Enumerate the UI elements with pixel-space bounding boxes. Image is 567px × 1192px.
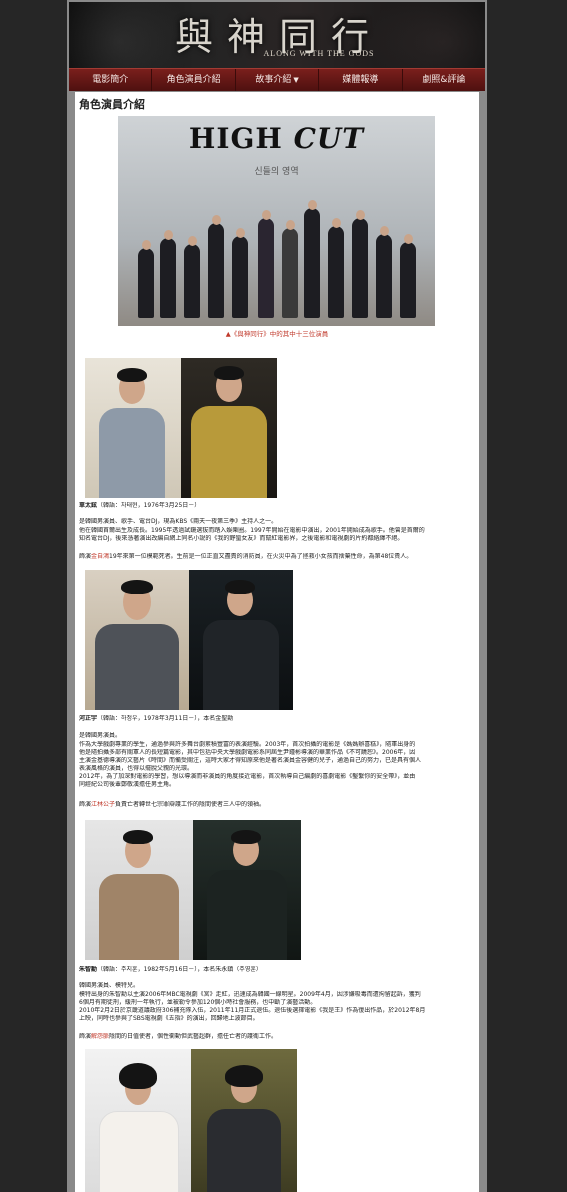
person-figure xyxy=(282,228,298,318)
role-name: 解怨脈 xyxy=(91,1033,110,1040)
actor-portrait xyxy=(85,1049,191,1192)
person-figure xyxy=(328,226,344,318)
caret-down-icon: ▼ xyxy=(293,76,299,84)
person-hair xyxy=(117,368,147,382)
actor-role-still xyxy=(193,820,301,960)
person-figure xyxy=(304,208,320,318)
person-head xyxy=(404,234,413,244)
nav-item-label: 角色演員介紹 xyxy=(166,75,221,85)
person-figure xyxy=(352,218,368,318)
actor-intro: 韓國男演員、模特兒。 xyxy=(79,982,140,989)
actor-bio-line: 同經紀公司後輩鄭敬漢擔任男主角。 xyxy=(79,781,176,788)
person-hair xyxy=(214,366,244,380)
person-hair xyxy=(123,830,153,844)
role-prefix: 飾演 xyxy=(79,1033,92,1040)
person-figure xyxy=(160,238,176,318)
role-description: 陰間的日值使者，個性衝動但武藝超群，擔任亡者的護衛工作。 xyxy=(109,1033,278,1040)
cast-group-photo: HIGH CUT 신들의 영역 xyxy=(118,116,435,326)
role-name: 金自鴻 xyxy=(91,553,110,560)
actor-role-line: 飾演解怨脈陰間的日值使者，個性衝動但武藝超群，擔任亡者的護衛工作。 xyxy=(79,1033,475,1042)
nav-item-stills[interactable]: 劇照&評論 xyxy=(403,69,485,91)
person-figure xyxy=(400,242,416,318)
actor-bio-line: 上映，同時也參與了SBS電視劇《五指》的演出，回歸地上波節目。 xyxy=(79,1015,259,1022)
person-head xyxy=(142,240,151,250)
actor-role-still xyxy=(189,570,293,710)
nav-item-media[interactable]: 媒體報導 xyxy=(319,69,403,91)
nav-item-label: 電影簡介 xyxy=(92,75,129,85)
actor-info: （韓語：주지훈，1982年5月16日－），本名朱永鎮（주영훈） xyxy=(97,966,262,973)
nav-item-film-intro[interactable]: 電影簡介 xyxy=(69,69,153,91)
person-hair xyxy=(231,830,261,844)
magazine-name-part: HIGH xyxy=(188,122,283,155)
person-head xyxy=(164,230,173,240)
person-head xyxy=(356,210,365,220)
person-figure xyxy=(376,234,392,318)
site-subtitle: ALONG WITH THE GODS xyxy=(263,49,375,58)
person-head xyxy=(236,228,245,238)
person-figure xyxy=(232,236,248,318)
person-head xyxy=(188,236,197,246)
role-description: 負責亡者轉世七宗罪辯護工作的陰間使者三人中的領袖。 xyxy=(115,801,266,808)
photo-caption: ▲《與神同行》中的其中十三位演員 xyxy=(225,330,329,338)
nav-item-story[interactable]: 故事介紹 ▼ xyxy=(236,69,320,91)
role-name: 江林公子 xyxy=(91,801,116,808)
person-head xyxy=(212,215,221,225)
person-figure xyxy=(208,223,224,318)
nav-item-cast[interactable]: 角色演員介紹 xyxy=(152,69,236,91)
person-torso xyxy=(99,1111,179,1192)
actor-info: （韓語：하정우，1978年3月11日－），本名金聖勳 xyxy=(97,715,234,722)
actor-role-line: 飾演江林公子負責亡者轉世七宗罪辯護工作的陰間使者三人中的領袖。 xyxy=(79,801,475,810)
actor-name-line: 朱智勳（韓語：주지훈，1982年5月16日－），本名朱永鎮（주영훈） xyxy=(79,966,475,975)
main-nav: 電影簡介 角色演員介紹 故事介紹 ▼ 媒體報導 劇照&評論 xyxy=(69,68,485,91)
magazine-name-part: CUT xyxy=(293,122,365,155)
person-torso xyxy=(99,408,165,498)
actor-name: 車太鉉 xyxy=(79,502,98,509)
actor-name-line: 車太鉉（韓語：차태현，1976年3月25日－） xyxy=(79,502,475,511)
actor-portrait xyxy=(85,820,193,960)
person-head xyxy=(332,218,341,228)
magazine-tagline: 신들의 영역 xyxy=(254,167,299,177)
page-title: 角色演員介紹 xyxy=(79,98,145,111)
main-content: 角色演員介紹 HIGH CUT 신들의 영역 ▲《與神同行》中的其中十三位演員 … xyxy=(75,92,479,1192)
actor-name: 河正宇 xyxy=(79,715,98,722)
person-head xyxy=(380,226,389,236)
actor-info: （韓語：차태현，1976年3月25日－） xyxy=(97,502,201,509)
role-prefix: 飾演 xyxy=(79,553,92,560)
nav-item-label: 劇照&評論 xyxy=(422,75,466,85)
page-container: 與神同行 ALONG WITH THE GODS 電影簡介 角色演員介紹 故事介… xyxy=(67,0,487,1192)
person-torso xyxy=(99,874,179,960)
person-torso xyxy=(203,620,279,710)
actor-role-line: 飾演金自鴻19年來第一位模範死者。生前是一位正直又盡責的消防員，在火災中為了拯救… xyxy=(79,553,475,562)
actor-portrait xyxy=(85,358,181,498)
actor-role-still xyxy=(191,1049,297,1192)
person-torso xyxy=(207,1109,281,1192)
person-figure xyxy=(184,244,200,318)
actor-name: 朱智勳 xyxy=(79,966,98,973)
actor-role-still xyxy=(181,358,277,498)
actor-intro: 是韓國男演員。 xyxy=(79,732,122,739)
site-banner[interactable]: 與神同行 ALONG WITH THE GODS xyxy=(69,2,485,68)
person-hair xyxy=(121,580,153,594)
actor-portrait xyxy=(85,570,189,710)
person-figure xyxy=(138,248,154,318)
actor-intro: 是韓國男演員、歌手、電台DJ，現為KBS《兩天一夜第三季》主持人之一。 xyxy=(79,518,278,525)
person-head xyxy=(308,200,317,210)
person-head xyxy=(286,220,295,230)
person-figure xyxy=(258,218,274,318)
person-hair xyxy=(225,580,255,594)
person-hair xyxy=(225,1065,263,1087)
actor-name-line: 河正宇（韓語：하정우，1978年3月11日－），本名金聖勳 xyxy=(79,715,475,724)
nav-item-label: 媒體報導 xyxy=(342,75,379,85)
person-torso xyxy=(207,870,287,960)
person-head xyxy=(262,210,271,220)
person-torso xyxy=(191,406,267,498)
actor-bio-line: 知名電台DJ，後來憑著演出改編自網上同名小說的《我的野蠻女友》而竄紅電影界，之後… xyxy=(79,535,404,542)
role-prefix: 飾演 xyxy=(79,801,92,808)
role-description: 19年來第一位模範死者。生前是一位正直又盡責的消防員，在火災中為了拯救小女孩而捨… xyxy=(109,553,413,560)
person-hair xyxy=(119,1063,157,1089)
magazine-logo: HIGH CUT xyxy=(118,122,435,155)
person-torso xyxy=(95,624,179,710)
nav-item-label: 故事介紹 xyxy=(255,75,292,85)
